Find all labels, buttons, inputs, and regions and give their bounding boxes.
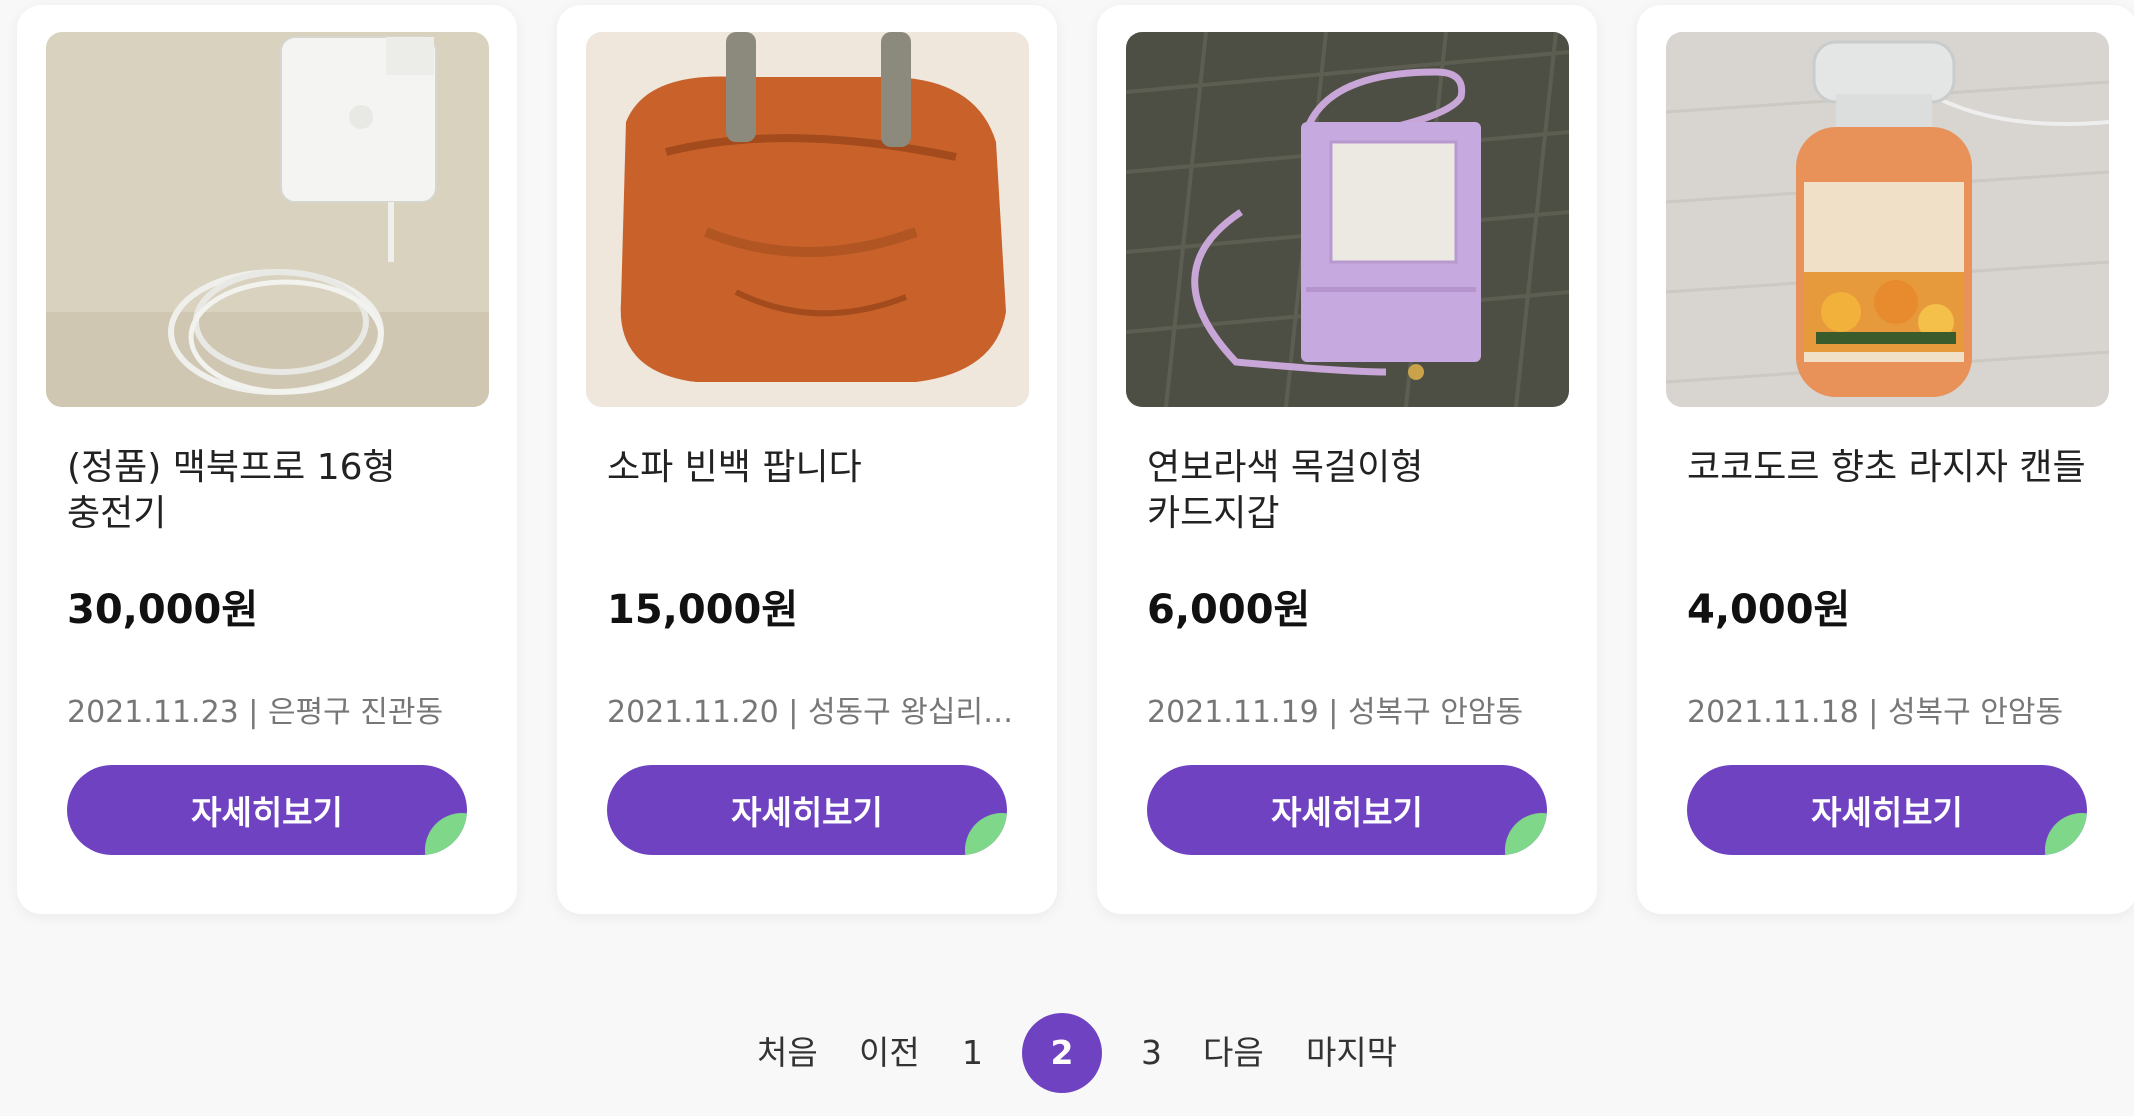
product-image-card-wallet[interactable] (1126, 32, 1569, 407)
detail-button-label: 자세히보기 (191, 793, 343, 832)
detail-button[interactable]: 자세히보기 (607, 765, 1007, 855)
product-title[interactable]: 연보라색 목걸이형 카드지갑 (1147, 445, 1567, 537)
product-meta: 2021.11.20 | 성동구 왕십리… (607, 695, 1014, 730)
corner-accent-icon (1505, 813, 1547, 855)
detail-button[interactable]: 자세히보기 (1687, 765, 2087, 855)
corner-accent-icon (425, 813, 467, 855)
pagination-page-1[interactable]: 1 (962, 1013, 983, 1093)
detail-button-label: 자세히보기 (1271, 793, 1423, 832)
pagination-prev[interactable]: 이전 (859, 1013, 920, 1093)
product-price: 15,000원 (607, 587, 799, 633)
product-price: 30,000원 (67, 587, 259, 633)
pagination-page-2-current[interactable]: 2 (1022, 1013, 1102, 1093)
product-price: 6,000원 (1147, 587, 1311, 633)
product-card-list: (정품) 맥북프로 16형 충전기 30,000원 2021.11.23 | 은… (17, 5, 2134, 914)
product-image-charger[interactable] (46, 32, 489, 407)
product-price: 4,000원 (1687, 587, 1851, 633)
product-card[interactable]: 연보라색 목걸이형 카드지갑 6,000원 2021.11.19 | 성복구 안… (1097, 5, 1597, 914)
product-image-beanbag[interactable] (586, 32, 1029, 407)
pagination-first[interactable]: 처음 (757, 1013, 818, 1093)
corner-accent-icon (2045, 813, 2087, 855)
product-card[interactable]: (정품) 맥북프로 16형 충전기 30,000원 2021.11.23 | 은… (17, 5, 517, 914)
detail-button[interactable]: 자세히보기 (1147, 765, 1547, 855)
product-meta: 2021.11.18 | 성복구 안암동 (1687, 695, 2064, 730)
product-title[interactable]: 코코도르 향초 라지자 캔들 (1687, 445, 2107, 491)
detail-button[interactable]: 자세히보기 (67, 765, 467, 855)
pagination-page-3[interactable]: 3 (1141, 1013, 1162, 1093)
pagination: 처음 이전 1 2 3 다음 마지막 (0, 1013, 2134, 1093)
product-card[interactable]: 소파 빈백 팝니다 15,000원 2021.11.20 | 성동구 왕십리… … (557, 5, 1057, 914)
product-meta: 2021.11.19 | 성복구 안암동 (1147, 695, 1524, 730)
detail-button-label: 자세히보기 (731, 793, 883, 832)
product-title[interactable]: (정품) 맥북프로 16형 충전기 (67, 445, 487, 537)
product-image-candle[interactable] (1666, 32, 2109, 407)
pagination-last[interactable]: 마지막 (1306, 1013, 1397, 1093)
corner-accent-icon (965, 813, 1007, 855)
product-meta: 2021.11.23 | 은평구 진관동 (67, 695, 444, 730)
detail-button-label: 자세히보기 (1811, 793, 1963, 832)
product-card[interactable]: 코코도르 향초 라지자 캔들 4,000원 2021.11.18 | 성복구 안… (1637, 5, 2134, 914)
product-title[interactable]: 소파 빈백 팝니다 (607, 445, 1027, 491)
pagination-next[interactable]: 다음 (1203, 1013, 1264, 1093)
